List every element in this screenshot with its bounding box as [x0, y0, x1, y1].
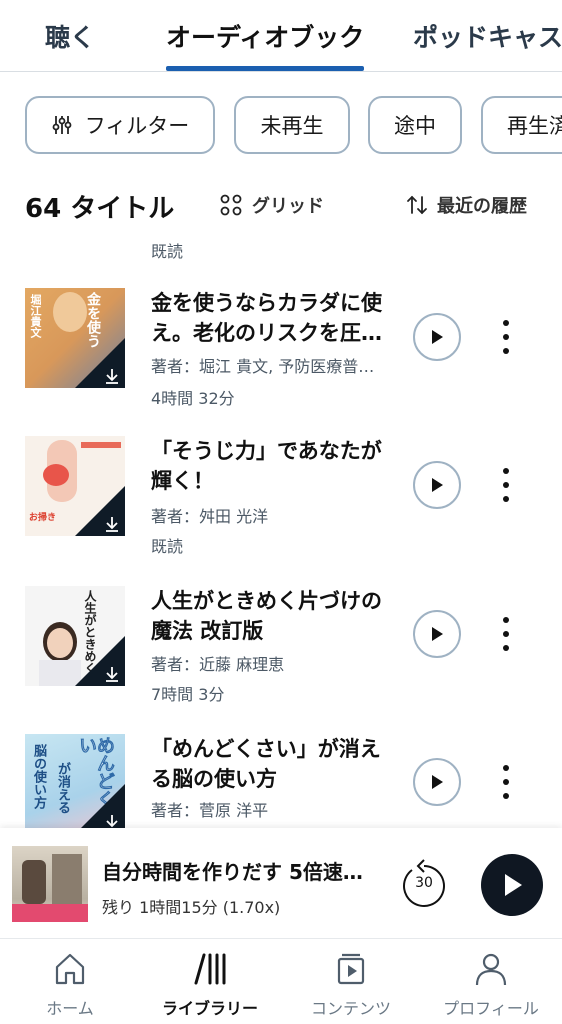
nav-home[interactable]: ホーム [0, 949, 140, 1019]
filter-label: フィルター [84, 114, 190, 138]
tab-audiobooks[interactable]: オーディオブック [166, 18, 364, 54]
book-duration: 7時間 3分 [151, 685, 225, 704]
book-duration: 4時間 32分 [151, 389, 235, 408]
book-title[interactable]: 金を使うならカラダに使え。老化のリスクを圧… [151, 288, 401, 348]
book-title[interactable]: 人生がときめく片づけの魔法 改訂版 [151, 586, 401, 646]
more-options-button[interactable] [496, 320, 516, 354]
bottom-navigation: ホーム ライブラリー コンテンツ プロフィール [0, 938, 562, 1024]
book-cover: お掃き [25, 436, 125, 536]
more-options-button[interactable] [496, 765, 516, 799]
list-item[interactable]: 人生がときめく 人生がときめく片づけの魔法 改訂版 著者：近藤 麻理恵 7時間 … [0, 586, 562, 726]
book-cover: 堀江貴文 金を使う [25, 288, 125, 388]
download-icon [106, 369, 118, 384]
top-tabs: 聴く オーディオブック ポッドキャスト [0, 0, 562, 72]
play-icon [505, 874, 522, 896]
mini-player[interactable]: 自分時間を作りだす 5倍速… 残り 1時間15分 (1.70x) 30 [0, 828, 562, 938]
play-button[interactable] [413, 610, 461, 658]
now-playing-remaining: 残り 1時間15分 (1.70x) [102, 898, 281, 917]
book-author: 著者：近藤 麻理恵 [151, 655, 285, 674]
library-icon [194, 953, 226, 985]
profile-icon [475, 953, 507, 986]
tab-podcasts[interactable]: ポッドキャスト [413, 18, 562, 54]
filter-chips: フィルター 未再生 途中 再生済 [0, 96, 562, 156]
download-icon [106, 517, 118, 532]
filter-button[interactable]: フィルター [25, 96, 215, 154]
grid-icon [220, 194, 242, 216]
sort-arrows-icon [407, 195, 427, 215]
chip-in-progress[interactable]: 途中 [368, 96, 462, 154]
nav-profile[interactable]: プロフィール [421, 949, 561, 1019]
rewind-seconds: 30 [415, 875, 433, 891]
more-options-button[interactable] [496, 468, 516, 502]
nav-library[interactable]: ライブラリー [140, 949, 280, 1019]
content-icon [337, 953, 365, 985]
home-icon [55, 953, 85, 985]
sort-label: 最近の履歴 [437, 196, 527, 217]
book-status: 既読 [151, 537, 184, 556]
play-button[interactable] [413, 313, 461, 361]
active-tab-indicator [166, 66, 364, 71]
chip-unplayed[interactable]: 未再生 [234, 96, 350, 154]
grid-label: グリッド [252, 196, 324, 217]
play-button[interactable] [413, 758, 461, 806]
nav-profile-label: プロフィール [443, 999, 539, 1018]
now-playing-cover [12, 846, 88, 922]
book-cover: 人生がときめく [25, 586, 125, 686]
grid-view-button[interactable]: グリッド [220, 192, 324, 218]
book-title[interactable]: 「めんどくさい」が消える脳の使い方 [151, 734, 401, 794]
nav-content-label: コンテンツ [310, 999, 391, 1018]
nav-library-label: ライブラリー [161, 999, 258, 1018]
play-icon [432, 330, 443, 344]
book-author: 著者：舛田 光洋 [151, 507, 269, 526]
title-count: 64 タイトル [25, 194, 175, 224]
tab-listen[interactable]: 聴く [45, 18, 95, 54]
sort-button[interactable]: 最近の履歴 [405, 192, 527, 218]
play-icon [432, 775, 443, 789]
nav-home-label: ホーム [46, 999, 94, 1018]
status-read: 既読 [151, 242, 184, 261]
more-options-button[interactable] [496, 617, 516, 651]
book-author: 著者：堀江 貴文, 予防医療普… [151, 357, 375, 376]
filter-sliders-icon [51, 114, 73, 136]
book-cover: めんどくさい 脳の使い方 が消える [25, 734, 125, 834]
now-playing-play-button[interactable] [481, 854, 543, 916]
book-title[interactable]: 「そうじ力」であなたが輝く！ [151, 436, 401, 496]
list-item[interactable]: 堀江貴文 金を使う 金を使うならカラダに使え。老化のリスクを圧… 著者：堀江 貴… [0, 288, 562, 428]
download-icon [106, 667, 118, 682]
play-icon [432, 627, 443, 641]
book-author: 著者：菅原 洋平 [151, 801, 269, 820]
play-icon [432, 478, 443, 492]
chip-finished[interactable]: 再生済 [481, 96, 562, 154]
list-item[interactable]: お掃き 「そうじ力」であなたが輝く！ 著者：舛田 光洋 既読 [0, 436, 562, 576]
play-button[interactable] [413, 461, 461, 509]
now-playing-title[interactable]: 自分時間を作りだす 5倍速… [102, 856, 363, 885]
rewind-30-button[interactable]: 30 [398, 856, 450, 912]
nav-content[interactable]: コンテンツ [281, 949, 421, 1019]
